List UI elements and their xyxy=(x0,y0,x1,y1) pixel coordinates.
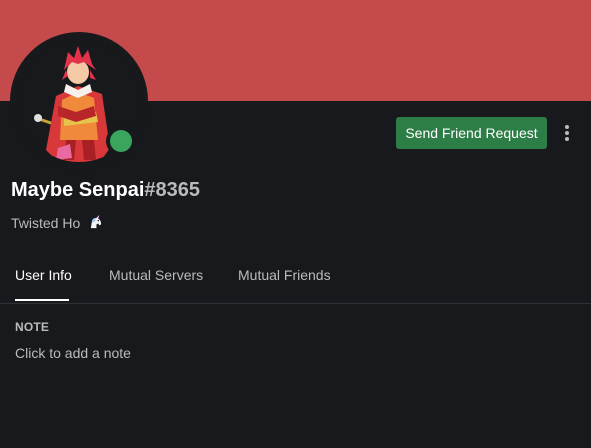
active-tab-indicator xyxy=(15,299,69,301)
tab-mutual-servers[interactable]: Mutual Servers xyxy=(109,266,203,284)
note-heading: NOTE xyxy=(15,320,50,334)
custom-status-text: Twisted Ho xyxy=(11,215,81,231)
custom-status: Twisted Ho xyxy=(11,214,103,234)
send-friend-request-button[interactable]: Send Friend Request xyxy=(396,117,547,149)
discriminator: #8365 xyxy=(144,179,201,201)
display-name: Maybe Senpai xyxy=(11,179,145,201)
avatar-frame xyxy=(10,32,148,170)
online-status-icon xyxy=(110,130,132,152)
more-vertical-icon[interactable] xyxy=(558,121,576,145)
username: Maybe Senpai#8365 xyxy=(11,178,200,202)
tab-user-info[interactable]: User Info xyxy=(15,266,72,284)
tab-mutual-friends[interactable]: Mutual Friends xyxy=(238,266,331,284)
user-profile-modal: Send Friend Request Maybe Senpai#8365 Tw… xyxy=(0,0,591,448)
unicorn-emoji-icon xyxy=(88,215,103,234)
note-input[interactable]: Click to add a note xyxy=(15,343,575,363)
profile-tab-bar: User Info Mutual Servers Mutual Friends xyxy=(0,258,591,304)
status-indicator xyxy=(106,126,136,156)
